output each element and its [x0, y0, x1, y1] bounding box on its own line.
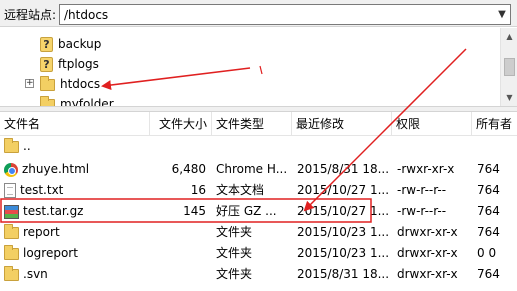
- tree-item-label: backup: [58, 37, 102, 51]
- file-name: .svn: [23, 267, 48, 281]
- file-type: 文本文档: [216, 183, 265, 197]
- file-row[interactable]: report 文件夹 2015/10/23 1... drwxr-xr-x 76…: [0, 222, 517, 243]
- file-modified: 2015/8/31 18...: [297, 162, 390, 176]
- file-permissions: drwxr-xr-x: [397, 225, 458, 239]
- tree-scrollbar[interactable]: ▲ ▼: [500, 28, 517, 106]
- question-folder-icon: ?: [40, 57, 53, 72]
- tree-item-label: myfolder: [60, 97, 114, 106]
- file-permissions: -rw-r--r--: [397, 183, 447, 197]
- file-permissions: drwxr-xr-x: [397, 246, 458, 260]
- tree-item-label: htdocs: [60, 77, 101, 91]
- file-type: 好压 GZ ...: [216, 204, 277, 218]
- tree-item-myfolder[interactable]: myfolder: [40, 94, 114, 106]
- file-row[interactable]: logreport 文件夹 2015/10/23 1... drwxr-xr-x…: [0, 243, 517, 264]
- file-modified: 2015/10/27 1...: [297, 204, 390, 218]
- folder-icon: [4, 265, 19, 281]
- remote-path-input[interactable]: [59, 4, 511, 25]
- scroll-thumb[interactable]: [504, 58, 515, 76]
- file-owner: 0 0: [477, 246, 497, 260]
- file-row[interactable]: zhuye.html 6,480 Chrome H... 2015/8/31 1…: [0, 159, 517, 180]
- file-name: ..: [23, 139, 31, 153]
- file-name: test.tar.gz: [23, 204, 84, 218]
- folder-icon: [4, 137, 19, 153]
- file-row[interactable]: test.tar.gz 145 好压 GZ ... 2015/10/27 1..…: [0, 201, 517, 222]
- text-document-icon: [4, 183, 16, 198]
- list-scrollbar[interactable]: [500, 136, 517, 291]
- scroll-up-icon[interactable]: ▲: [501, 28, 517, 45]
- file-owner: 764 1: [477, 267, 500, 281]
- file-name: zhuye.html: [22, 162, 90, 176]
- folder-icon: [4, 244, 19, 260]
- file-modified: 2015/10/23 1...: [297, 225, 390, 239]
- column-header-size[interactable]: 文件大小: [150, 112, 212, 136]
- file-type: 文件夹: [216, 225, 253, 239]
- file-owner: 764 1: [477, 204, 500, 218]
- file-row[interactable]: test.txt 16 文本文档 2015/10/27 1... -rw-r--…: [0, 180, 517, 201]
- tree-item-label: ftplogs: [58, 57, 99, 71]
- column-header-owner[interactable]: 所有者: [472, 112, 517, 136]
- file-name: report: [23, 225, 60, 239]
- file-owner: 764 1: [477, 162, 500, 176]
- file-row[interactable]: ..: [0, 136, 517, 157]
- folder-icon: [40, 95, 55, 106]
- chevron-down-icon[interactable]: ▼: [494, 5, 510, 24]
- column-header-permissions[interactable]: 权限: [392, 112, 472, 136]
- file-type: 文件夹: [216, 267, 253, 281]
- tree-item-backup[interactable]: ? backup: [40, 34, 101, 54]
- file-name: test.txt: [20, 183, 64, 197]
- file-list-header: 文件名 文件大小 文件类型 最近修改 权限 所有者: [0, 112, 517, 136]
- folder-icon: [40, 75, 55, 91]
- file-modified: 2015/10/27 1...: [297, 183, 390, 197]
- remote-file-list: 文件名 文件大小 文件类型 最近修改 权限 所有者 .. zhuye.html …: [0, 112, 517, 291]
- file-owner: 764 1: [477, 225, 500, 239]
- archive-icon: [4, 204, 19, 219]
- file-modified: 2015/8/31 18...: [297, 267, 390, 281]
- tree-item-htdocs[interactable]: htdocs: [40, 74, 100, 94]
- remote-directory-tree: ? backup ? ftplogs + htdocs myfolder ▲ ▼: [0, 28, 517, 106]
- column-header-name[interactable]: 文件名: [0, 112, 150, 136]
- tree-item-ftplogs[interactable]: ? ftplogs: [40, 54, 99, 74]
- file-owner: 764 1: [477, 183, 500, 197]
- column-header-modified[interactable]: 最近修改: [292, 112, 392, 136]
- file-permissions: -rwxr-xr-x: [397, 162, 455, 176]
- expand-htdocs-icon[interactable]: +: [25, 79, 34, 88]
- file-name: logreport: [23, 246, 78, 260]
- file-permissions: drwxr-xr-x: [397, 267, 458, 281]
- file-type: 文件夹: [216, 246, 253, 260]
- file-row[interactable]: .svn 文件夹 2015/8/31 18... drwxr-xr-x 764 …: [0, 264, 517, 285]
- column-header-type[interactable]: 文件类型: [212, 112, 292, 136]
- folder-icon: [4, 223, 19, 239]
- scroll-down-icon[interactable]: ▼: [501, 89, 517, 106]
- question-folder-icon: ?: [40, 37, 53, 52]
- remote-site-label: 远程站点:: [4, 8, 57, 22]
- remote-site-bar: 远程站点: ▼: [0, 0, 517, 27]
- file-size: 16: [190, 183, 206, 197]
- file-modified: 2015/10/23 1...: [297, 246, 390, 260]
- file-type: Chrome H...: [216, 162, 288, 176]
- file-size: 145: [183, 204, 206, 218]
- file-permissions: -rw-r--r--: [397, 204, 447, 218]
- chrome-icon: [4, 162, 18, 177]
- file-size: 6,480: [171, 162, 206, 176]
